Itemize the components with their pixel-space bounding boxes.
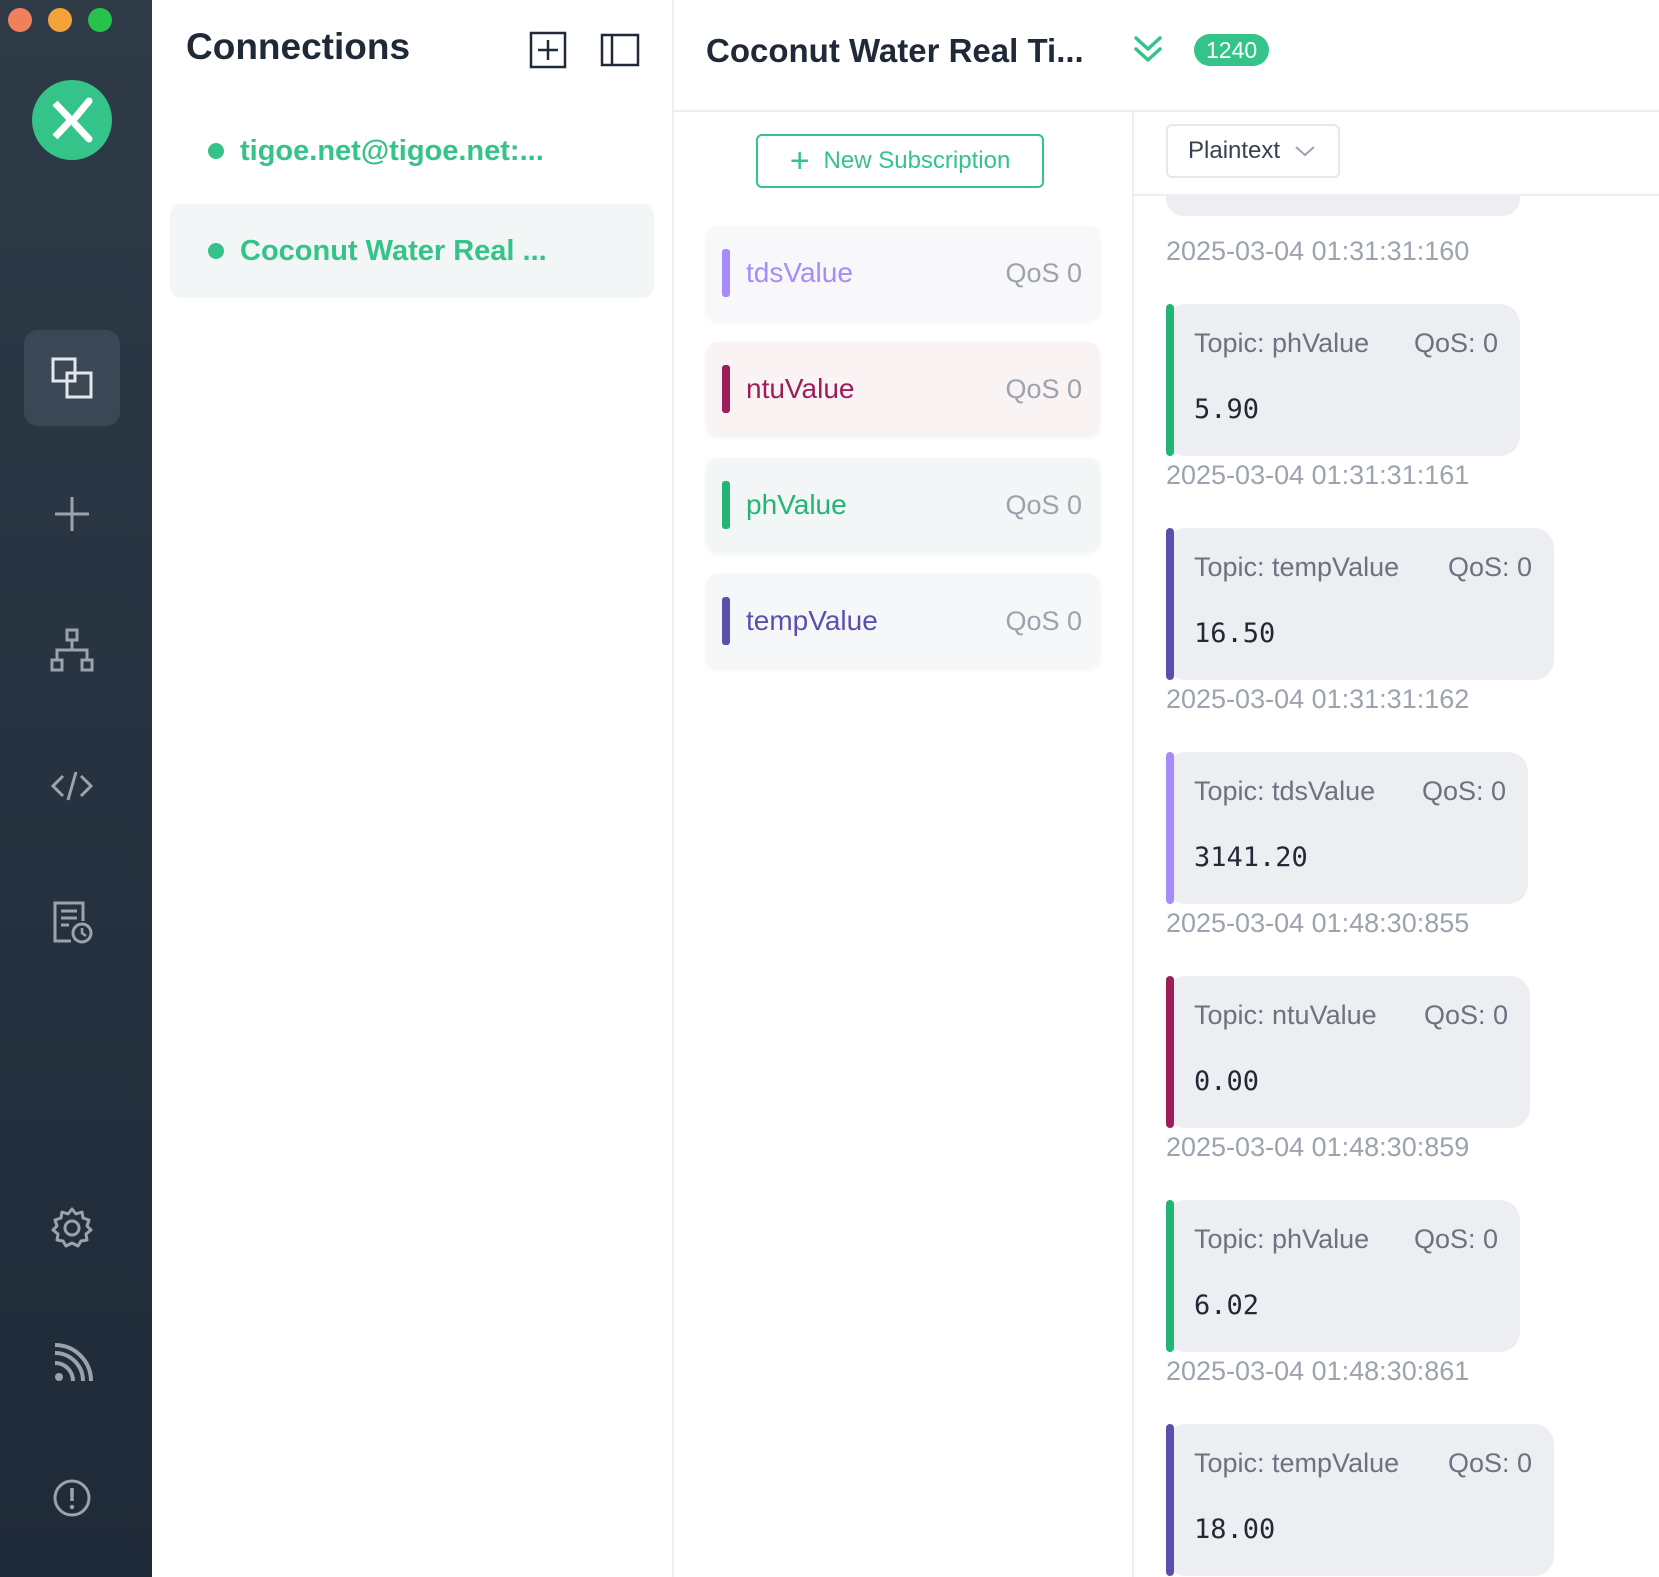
subscription-qos: QoS 0 xyxy=(1005,605,1082,636)
connection-name: Coconut Water Real ... xyxy=(240,234,547,267)
chevron-double-down-icon[interactable] xyxy=(1130,32,1166,68)
subscription-qos: QoS 0 xyxy=(1005,373,1082,404)
new-connection-icon[interactable] xyxy=(528,30,568,70)
subscription-topic: phValue xyxy=(746,489,847,520)
message-header: Topic: tdsValue QoS: 0 xyxy=(1194,776,1506,807)
connection-name: tigoe.net@tigoe.net:... xyxy=(240,134,544,167)
message-card[interactable]: Topic: ntuValue QoS: 0 0.00 xyxy=(1166,976,1530,1128)
window-minimize-button[interactable] xyxy=(48,8,72,32)
message-topic: Topic: tempValue xyxy=(1194,552,1400,582)
message-timestamp: 2025-03-04 01:48:30:859 xyxy=(1166,1132,1470,1162)
message-color-bar xyxy=(1166,528,1174,680)
message-payload: 5.90 xyxy=(1194,394,1260,425)
message-payload: 16.50 xyxy=(1194,618,1276,649)
message-timestamp: 2025-03-04 01:48:30:861 xyxy=(1166,1356,1470,1386)
subscription-color-bar xyxy=(722,249,730,297)
connections-title: Connections xyxy=(186,26,411,67)
subscription-item[interactable]: tdsValue QoS 0 xyxy=(706,226,1100,320)
new-subscription-label: New Subscription xyxy=(823,147,1011,174)
chevron-down-icon xyxy=(1295,146,1315,157)
message-card[interactable]: Topic: tempValue QoS: 0 16.50 xyxy=(1166,528,1554,680)
message-timestamp: 2025-03-04 01:31:31:162 xyxy=(1166,684,1470,714)
subscription-topic: tempValue xyxy=(746,605,878,636)
message-header: Topic: tempValue QoS: 0 xyxy=(1194,1448,1532,1479)
toggle-panel-icon[interactable] xyxy=(600,30,640,70)
connection-item[interactable]: tigoe.net@tigoe.net:... xyxy=(170,104,654,198)
message-qos: QoS: 0 xyxy=(1423,1000,1508,1030)
message-color-bar xyxy=(1166,1200,1174,1352)
gear-icon[interactable] xyxy=(24,1180,120,1276)
message-color-bar xyxy=(1166,752,1174,904)
subscription-qos: QoS 0 xyxy=(1005,257,1082,288)
code-icon[interactable] xyxy=(24,738,120,834)
subscription-item[interactable]: ntuValue QoS 0 xyxy=(706,342,1100,436)
message-timestamp: 2025-03-04 01:48:30:855 xyxy=(1166,908,1470,938)
message-card[interactable]: Topic: phValue QoS: 0 6.02 xyxy=(1166,1200,1520,1352)
subscription-topic: tdsValue xyxy=(746,257,853,288)
message-payload: 18.00 xyxy=(1194,1514,1276,1545)
message-color-bar xyxy=(1166,976,1174,1128)
payload-format-value: Plaintext xyxy=(1188,137,1281,164)
log-icon[interactable] xyxy=(24,874,120,970)
connection-title: Coconut Water Real Ti... xyxy=(706,32,1084,69)
subscription-color-bar xyxy=(722,597,730,645)
connection-header: Coconut Water Real Ti... 1240 xyxy=(674,0,1659,112)
messages-toolbar: Plaintext xyxy=(1134,112,1659,196)
message-payload: 0.00 xyxy=(1194,1066,1260,1097)
topology-icon[interactable] xyxy=(24,602,120,698)
connection-item-selected[interactable]: Coconut Water Real ... xyxy=(170,204,654,298)
message-header: Topic: phValue QoS: 0 xyxy=(1194,328,1498,359)
subscriptions-panel: + New Subscription tdsValue QoS 0 ntuVal… xyxy=(674,112,1134,1577)
app-logo-icon xyxy=(32,80,112,160)
message-header: Topic: ntuValue QoS: 0 xyxy=(1194,1000,1508,1031)
plus-icon: + xyxy=(789,142,810,180)
message-qos: QoS: 0 xyxy=(1447,552,1532,582)
connection-status-dot xyxy=(208,243,224,259)
plus-icon[interactable] xyxy=(24,466,120,562)
message-card[interactable]: Topic: tempValue QoS: 0 18.00 xyxy=(1166,1424,1554,1576)
subscription-qos: QoS 0 xyxy=(1005,489,1082,520)
subscription-item[interactable]: tempValue QoS 0 xyxy=(706,574,1100,668)
message-header: Topic: phValue QoS: 0 xyxy=(1194,1224,1498,1255)
message-header: Topic: tempValue QoS: 0 xyxy=(1194,552,1532,583)
window-maximize-button[interactable] xyxy=(88,8,112,32)
message-timestamp: 2025-03-04 01:31:31:161 xyxy=(1166,460,1470,490)
message-payload: 3141.20 xyxy=(1194,842,1308,873)
message-topic: Topic: ntuValue xyxy=(1194,1000,1377,1030)
app-sidebar xyxy=(0,0,152,1577)
feed-icon[interactable] xyxy=(24,1316,120,1412)
message-count-badge: 1240 xyxy=(1194,34,1270,66)
message-card[interactable]: Topic: phValue QoS: 0 5.90 xyxy=(1166,304,1520,456)
message-color-bar xyxy=(1166,304,1174,456)
message-card[interactable]: Topic: tdsValue QoS: 0 3141.20 xyxy=(1166,752,1528,904)
subscription-item[interactable]: phValue QoS 0 xyxy=(706,458,1100,552)
message-topic: Topic: tempValue xyxy=(1194,1448,1400,1478)
payload-format-select[interactable]: Plaintext xyxy=(1166,124,1340,178)
message-color-bar xyxy=(1166,1424,1174,1576)
connection-status-dot xyxy=(208,143,224,159)
message-qos: QoS: 0 xyxy=(1421,776,1506,806)
message-timestamp: 2025-03-04 01:31:31:160 xyxy=(1166,236,1470,266)
subscription-color-bar xyxy=(722,481,730,529)
messages-panel: Plaintext 2025-03-04 01:31:31:160 Topic:… xyxy=(1134,112,1659,1577)
subscription-topic: ntuValue xyxy=(746,373,855,404)
message-payload: 6.02 xyxy=(1194,1290,1260,1321)
subscription-color-bar xyxy=(722,365,730,413)
info-icon[interactable] xyxy=(24,1450,120,1546)
message-topic: Topic: tdsValue xyxy=(1194,776,1376,806)
connections-icon[interactable] xyxy=(24,330,120,426)
message-topic: Topic: phValue xyxy=(1194,1224,1370,1254)
message-qos: QoS: 0 xyxy=(1413,1224,1498,1254)
new-subscription-button[interactable]: + New Subscription xyxy=(756,134,1044,188)
message-qos: QoS: 0 xyxy=(1413,328,1498,358)
message-qos: QoS: 0 xyxy=(1447,1448,1532,1478)
message-topic: Topic: phValue xyxy=(1194,328,1370,358)
connections-panel: Connections tigoe.net@tigoe.net:... Coco… xyxy=(152,0,674,1577)
window-close-button[interactable] xyxy=(8,8,32,32)
